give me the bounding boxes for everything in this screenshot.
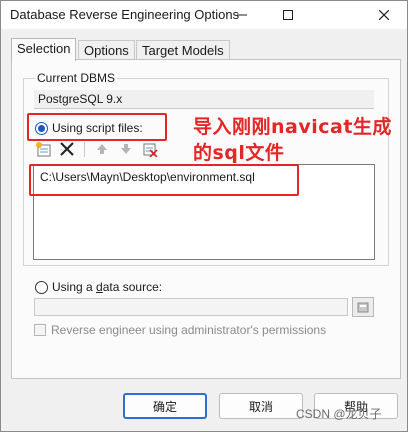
tab-selection[interactable]: Selection [11, 38, 77, 61]
move-up-button[interactable] [93, 140, 111, 158]
admin-permissions-label: Reverse engineer using administrator's p… [51, 323, 327, 337]
minimize-icon [237, 14, 247, 16]
dbms-value: PostgreSQL 9.x [34, 90, 374, 109]
arrow-down-icon [121, 144, 131, 154]
cancel-button[interactable]: 取消 [219, 393, 303, 419]
dialog-window: Database Reverse Engineering Options Sel… [0, 0, 408, 432]
group-caption: Current DBMS [35, 71, 118, 85]
clear-list-button[interactable] [141, 140, 159, 158]
tab-target-models[interactable]: Target Models [136, 40, 230, 60]
delete-button[interactable] [58, 140, 76, 158]
watermark-text: CSDN @龙贝子 [296, 407, 382, 421]
tab-options[interactable]: Options [78, 40, 135, 60]
data-source-label: Using a data source: [52, 280, 163, 294]
toolbar-separator [84, 141, 85, 157]
admin-permissions-checkbox[interactable] [34, 324, 46, 336]
maximize-button[interactable] [265, 1, 311, 29]
window-title: Database Reverse Engineering Options [10, 7, 240, 22]
data-source-option[interactable]: Using a data source: [35, 280, 162, 294]
close-icon [379, 10, 389, 20]
tab-strip: Selection Options Target Models [11, 38, 401, 61]
data-source-field[interactable] [34, 298, 348, 316]
browse-button[interactable] [352, 297, 374, 317]
add-files-button[interactable] [34, 140, 52, 158]
annotation-text-line2: 的sql文件 [193, 142, 285, 164]
move-down-button[interactable] [117, 140, 135, 158]
admin-permissions-option[interactable]: Reverse engineer using administrator's p… [34, 323, 326, 337]
title-bar[interactable]: Database Reverse Engineering Options [1, 1, 407, 29]
file-toolbar [34, 140, 159, 158]
browse-icon [357, 302, 369, 313]
maximize-icon [283, 10, 293, 20]
data-source-radio[interactable] [35, 280, 48, 294]
arrow-up-icon [97, 144, 107, 154]
annotation-highlight-file [29, 164, 299, 196]
ok-button[interactable]: 确定 [123, 393, 207, 419]
annotation-text-line1: 导入刚刚navicat生成 [193, 116, 392, 138]
clear-list-icon [143, 143, 158, 157]
add-files-icon [36, 142, 51, 157]
close-button[interactable] [361, 1, 407, 29]
annotation-highlight-option [27, 113, 167, 141]
delete-icon [60, 142, 74, 156]
minimize-button[interactable] [219, 1, 265, 29]
